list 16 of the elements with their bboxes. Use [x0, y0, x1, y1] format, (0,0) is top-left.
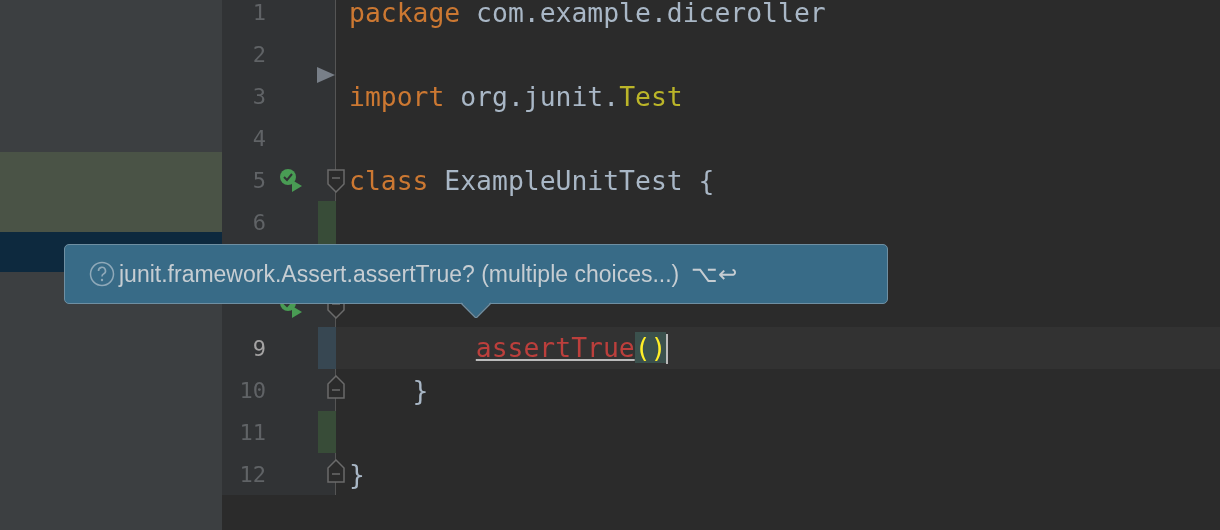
run-test-icon[interactable] [278, 167, 304, 193]
tooltip-text: junit.framework.Assert.assertTrue? (multiple choices...) [119, 260, 680, 288]
code-line: import org.junit.Test [349, 80, 683, 112]
code-line: } [412, 374, 429, 406]
code-line: package com.example.diceroller [349, 0, 826, 28]
code-line: class ExampleUnitTest { [349, 164, 715, 196]
tooltip-pointer [461, 302, 491, 318]
help-icon [89, 261, 115, 287]
fold-icon[interactable] [327, 459, 345, 483]
text-caret [666, 334, 669, 365]
fold-icon[interactable] [327, 375, 345, 399]
line-number: 9 [251, 335, 266, 361]
code-line: assertTrue() [475, 331, 669, 365]
code-line: } [349, 458, 365, 490]
fold-icon[interactable] [327, 169, 345, 193]
shortcut-text: ⌥↩ [691, 260, 738, 288]
